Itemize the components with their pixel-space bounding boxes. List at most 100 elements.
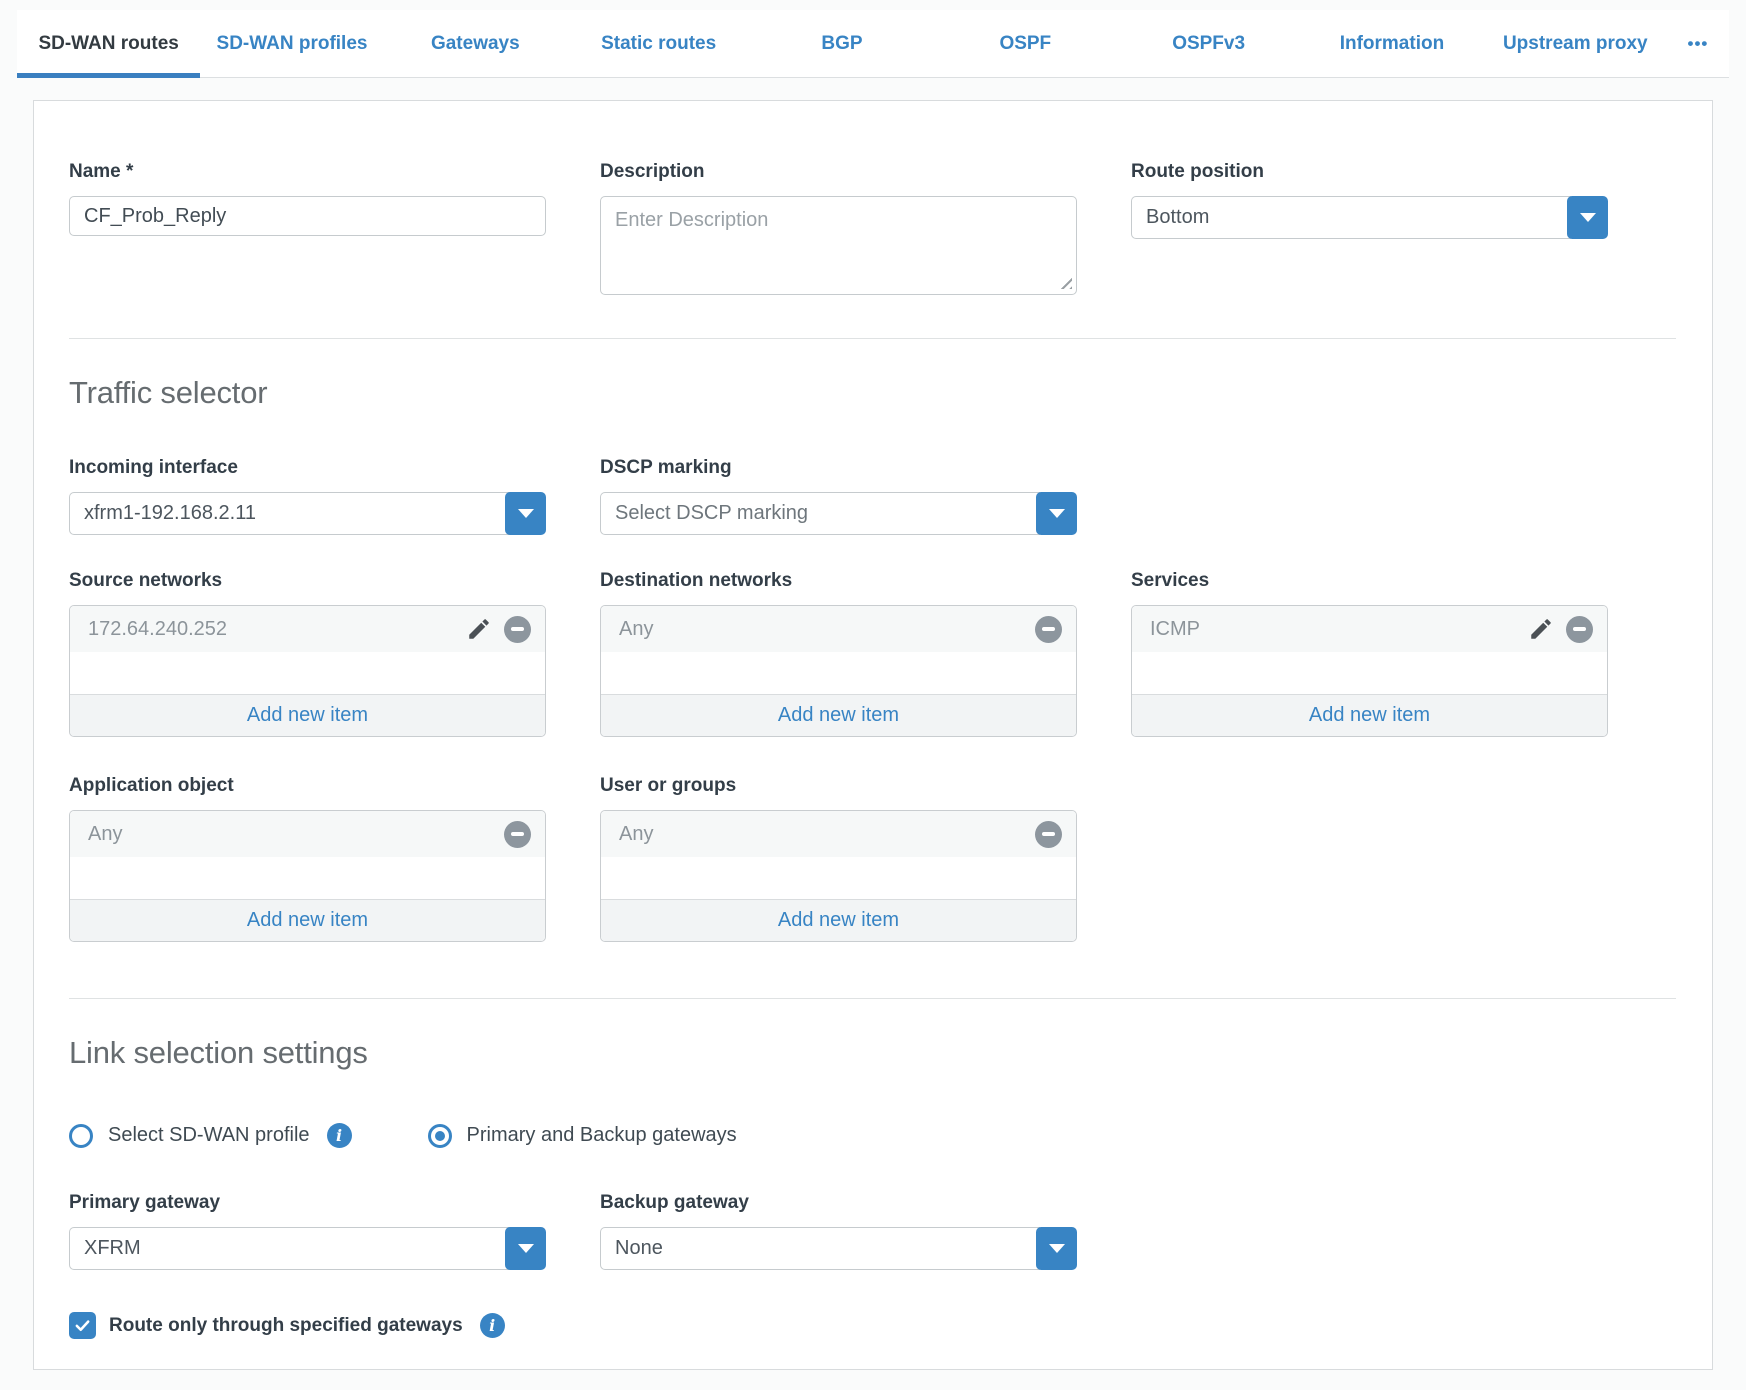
traffic-selector-heading: Traffic selector bbox=[69, 375, 1676, 411]
chevron-down-icon bbox=[1580, 213, 1596, 222]
route-position-value: Bottom bbox=[1131, 196, 1571, 239]
backup-gateway-value: None bbox=[600, 1227, 1040, 1270]
list-item-value: 172.64.240.252 bbox=[88, 618, 466, 641]
list-item: 172.64.240.252 bbox=[70, 606, 545, 652]
dscp-marking-select[interactable]: Select DSCP marking bbox=[600, 492, 1077, 535]
list-item-value: Any bbox=[619, 823, 1035, 846]
dscp-field-group: DSCP marking Select DSCP marking bbox=[600, 457, 1077, 535]
source-networks-group: Source networks 172.64.240.252 Add new i… bbox=[69, 570, 546, 737]
backup-gateway-group: Backup gateway None bbox=[600, 1192, 1077, 1270]
radio-selected-icon[interactable] bbox=[428, 1124, 452, 1148]
list-empty-area bbox=[70, 652, 545, 694]
route-form-card: Name * Description Route position Bottom… bbox=[33, 100, 1713, 1370]
add-new-item-button[interactable]: Add new item bbox=[601, 694, 1076, 736]
add-new-item-button[interactable]: Add new item bbox=[1132, 694, 1607, 736]
link-selection-heading: Link selection settings bbox=[69, 1035, 1676, 1071]
name-label: Name * bbox=[69, 161, 546, 183]
incoming-interface-value: xfrm1-192.168.2.11 bbox=[69, 492, 509, 535]
info-icon[interactable]: i bbox=[480, 1313, 505, 1338]
edit-icon[interactable] bbox=[466, 616, 492, 642]
list-item-value: ICMP bbox=[1150, 618, 1528, 641]
services-group: Services ICMP Add new item bbox=[1131, 570, 1608, 737]
route-only-checkbox[interactable] bbox=[69, 1312, 96, 1339]
route-position-field-group: Route position Bottom bbox=[1131, 161, 1608, 239]
route-position-dropdown-button[interactable] bbox=[1567, 196, 1608, 239]
route-position-select[interactable]: Bottom bbox=[1131, 196, 1608, 239]
primary-gateway-value: XFRM bbox=[69, 1227, 509, 1270]
description-input[interactable] bbox=[600, 196, 1077, 295]
remove-icon[interactable] bbox=[504, 616, 531, 643]
tab-sd-wan-profiles[interactable]: SD-WAN profiles bbox=[200, 10, 383, 77]
radio-select-sd-wan-profile[interactable]: Select SD-WAN profile i bbox=[69, 1123, 352, 1148]
add-new-item-button[interactable]: Add new item bbox=[70, 899, 545, 941]
application-object-label: Application object bbox=[69, 775, 546, 797]
remove-icon[interactable] bbox=[1035, 616, 1062, 643]
remove-icon[interactable] bbox=[1566, 616, 1593, 643]
tab-ospf[interactable]: OSPF bbox=[934, 10, 1117, 77]
primary-gateway-group: Primary gateway XFRM bbox=[69, 1192, 546, 1270]
tab-bar: SD-WAN routes SD-WAN profiles Gateways S… bbox=[17, 10, 1729, 78]
list-item: Any bbox=[70, 811, 545, 857]
primary-gateway-label: Primary gateway bbox=[69, 1192, 546, 1214]
application-object-group: Application object Any Add new item bbox=[69, 775, 546, 942]
incoming-interface-label: Incoming interface bbox=[69, 457, 546, 479]
tab-sd-wan-routes[interactable]: SD-WAN routes bbox=[17, 10, 200, 77]
dscp-marking-placeholder: Select DSCP marking bbox=[600, 492, 1040, 535]
remove-icon[interactable] bbox=[504, 821, 531, 848]
list-empty-area bbox=[1132, 652, 1607, 694]
backup-gateway-select[interactable]: None bbox=[600, 1227, 1077, 1270]
tab-information[interactable]: Information bbox=[1300, 10, 1483, 77]
backup-gateway-dropdown-button[interactable] bbox=[1036, 1227, 1077, 1270]
edit-icon[interactable] bbox=[1528, 616, 1554, 642]
name-input[interactable] bbox=[69, 196, 546, 236]
more-tabs-icon[interactable]: ••• bbox=[1667, 10, 1729, 77]
list-empty-area bbox=[601, 652, 1076, 694]
route-only-checkbox-label: Route only through specified gateways bbox=[109, 1315, 463, 1337]
primary-gateway-dropdown-button[interactable] bbox=[505, 1227, 546, 1270]
list-item-value: Any bbox=[88, 823, 504, 846]
tab-gateways[interactable]: Gateways bbox=[384, 10, 567, 77]
radio-label: Primary and Backup gateways bbox=[467, 1124, 737, 1147]
list-empty-area bbox=[70, 857, 545, 899]
user-or-groups-group: User or groups Any Add new item bbox=[600, 775, 1077, 942]
list-empty-area bbox=[601, 857, 1076, 899]
chevron-down-icon bbox=[518, 509, 534, 518]
chevron-down-icon bbox=[1049, 1244, 1065, 1253]
chevron-down-icon bbox=[518, 1244, 534, 1253]
description-field-group: Description bbox=[600, 161, 1077, 295]
description-label: Description bbox=[600, 161, 1077, 183]
destination-networks-group: Destination networks Any Add new item bbox=[600, 570, 1077, 737]
remove-icon[interactable] bbox=[1035, 821, 1062, 848]
source-networks-box: 172.64.240.252 Add new item bbox=[69, 605, 546, 737]
add-new-item-button[interactable]: Add new item bbox=[601, 899, 1076, 941]
name-field-group: Name * bbox=[69, 161, 546, 236]
destination-networks-box: Any Add new item bbox=[600, 605, 1077, 737]
destination-networks-label: Destination networks bbox=[600, 570, 1077, 592]
list-item: Any bbox=[601, 606, 1076, 652]
tab-bgp[interactable]: BGP bbox=[750, 10, 933, 77]
add-new-item-button[interactable]: Add new item bbox=[70, 694, 545, 736]
primary-gateway-select[interactable]: XFRM bbox=[69, 1227, 546, 1270]
backup-gateway-label: Backup gateway bbox=[600, 1192, 1077, 1214]
dscp-dropdown-button[interactable] bbox=[1036, 492, 1077, 535]
application-object-box: Any Add new item bbox=[69, 810, 546, 942]
incoming-interface-select[interactable]: xfrm1-192.168.2.11 bbox=[69, 492, 546, 535]
user-or-groups-box: Any Add new item bbox=[600, 810, 1077, 942]
tab-upstream-proxy[interactable]: Upstream proxy bbox=[1484, 10, 1667, 77]
tab-static-routes[interactable]: Static routes bbox=[567, 10, 750, 77]
services-box: ICMP Add new item bbox=[1131, 605, 1608, 737]
route-position-label: Route position bbox=[1131, 161, 1608, 183]
incoming-interface-dropdown-button[interactable] bbox=[505, 492, 546, 535]
tab-ospfv3[interactable]: OSPFv3 bbox=[1117, 10, 1300, 77]
section-divider bbox=[69, 338, 1676, 339]
user-or-groups-label: User or groups bbox=[600, 775, 1077, 797]
list-item: ICMP bbox=[1132, 606, 1607, 652]
services-label: Services bbox=[1131, 570, 1608, 592]
list-item-value: Any bbox=[619, 618, 1035, 641]
radio-unselected-icon[interactable] bbox=[69, 1124, 93, 1148]
radio-primary-backup-gateways[interactable]: Primary and Backup gateways bbox=[428, 1124, 737, 1148]
info-icon[interactable]: i bbox=[327, 1123, 352, 1148]
radio-label: Select SD-WAN profile bbox=[108, 1124, 310, 1147]
source-networks-label: Source networks bbox=[69, 570, 546, 592]
list-item: Any bbox=[601, 811, 1076, 857]
